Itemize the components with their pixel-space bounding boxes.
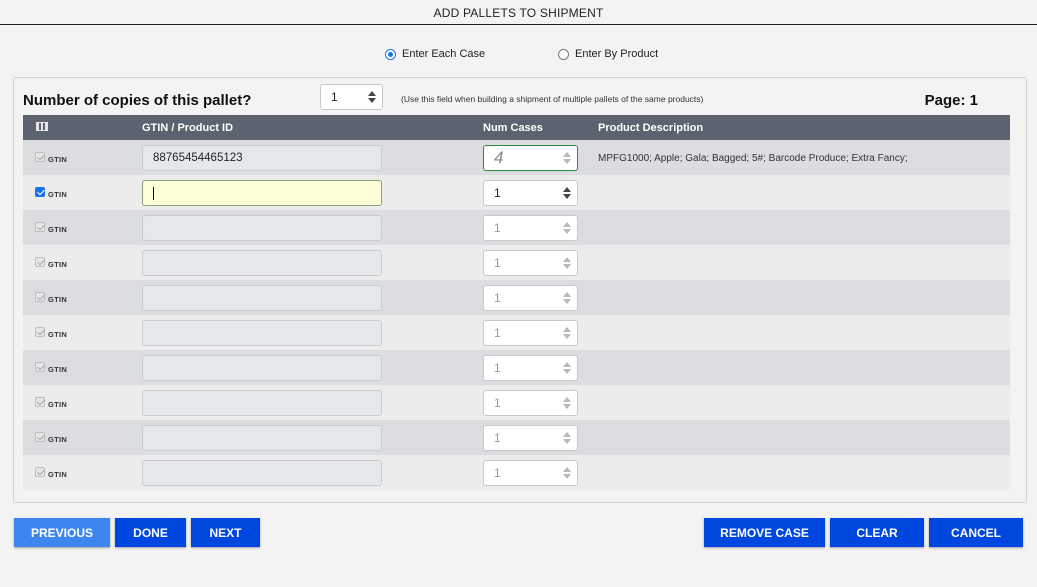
cases-grid: GTIN / Product ID Num Cases Product Desc… <box>23 115 1010 490</box>
stepper-arrows-icon[interactable] <box>563 152 571 164</box>
radio-unselected-icon <box>558 48 569 60</box>
radio-enter-by-product-label: Enter By Product <box>575 48 659 60</box>
row-checkbox[interactable] <box>35 467 45 477</box>
row-checkbox[interactable] <box>35 187 45 197</box>
table-row: GTIN 88765454465123 4 MPFG1000; Apple; G… <box>23 140 1010 175</box>
num-cases-stepper[interactable]: 1 <box>483 180 578 206</box>
row-type-label: GTIN <box>48 190 68 199</box>
stepper-arrows-icon[interactable] <box>368 91 376 103</box>
num-cases-value: 1 <box>494 186 501 200</box>
table-row: GTIN 1 <box>23 420 1010 455</box>
copies-value: 1 <box>331 90 338 104</box>
num-cases-value: 1 <box>494 221 501 235</box>
copies-hint: (Use this field when building a shipment… <box>401 94 704 104</box>
num-cases-value: 4 <box>494 148 504 167</box>
row-checkbox[interactable] <box>35 222 45 232</box>
num-cases-value: 1 <box>494 396 501 410</box>
stepper-arrows-icon[interactable] <box>563 397 571 409</box>
gtin-input[interactable] <box>142 460 382 486</box>
num-cases-stepper[interactable]: 1 <box>483 215 578 241</box>
table-row: GTIN 1 <box>23 175 1010 210</box>
remove-case-button[interactable]: REMOVE CASE <box>704 518 825 547</box>
radio-enter-each-case[interactable]: Enter Each Case <box>385 48 485 60</box>
previous-button[interactable]: PREVIOUS <box>14 518 110 547</box>
header-num-cases: Num Cases <box>483 122 543 134</box>
row-checkbox[interactable] <box>35 397 45 407</box>
gtin-input[interactable] <box>142 320 382 346</box>
copies-stepper[interactable]: 1 <box>320 84 383 110</box>
header-gtin: GTIN / Product ID <box>142 122 234 134</box>
row-type-label: GTIN <box>48 155 68 164</box>
stepper-arrows-icon[interactable] <box>563 187 571 199</box>
num-cases-value: 1 <box>494 466 501 480</box>
window-title: ADD PALLETS TO SHIPMENT <box>0 0 1037 25</box>
num-cases-value: 1 <box>494 291 501 305</box>
stepper-arrows-icon[interactable] <box>563 292 571 304</box>
page-indicator: Page: 1 <box>924 92 978 109</box>
num-cases-value: 1 <box>494 361 501 375</box>
gtin-input[interactable] <box>142 285 382 311</box>
row-type-label: GTIN <box>48 330 68 339</box>
radio-enter-by-product[interactable]: Enter By Product <box>558 48 658 60</box>
row-type-label: GTIN <box>48 225 68 234</box>
table-row: GTIN 1 <box>23 315 1010 350</box>
cancel-button[interactable]: CANCEL <box>929 518 1023 547</box>
radio-enter-each-case-label: Enter Each Case <box>402 48 486 60</box>
num-cases-stepper[interactable]: 1 <box>483 460 578 486</box>
gtin-input[interactable]: 88765454465123 <box>142 145 382 171</box>
table-row: GTIN 1 <box>23 210 1010 245</box>
gtin-input[interactable] <box>142 250 382 276</box>
table-row: GTIN 1 <box>23 455 1010 490</box>
table-row: GTIN 1 <box>23 280 1010 315</box>
row-checkbox[interactable] <box>35 257 45 267</box>
radio-selected-icon <box>385 48 396 60</box>
copies-label: Number of copies of this pallet? <box>23 92 252 109</box>
table-row: GTIN 1 <box>23 245 1010 280</box>
pallet-panel: Number of copies of this pallet? 1 (Use … <box>13 77 1027 503</box>
gtin-input[interactable] <box>142 215 382 241</box>
num-cases-stepper[interactable]: 1 <box>483 390 578 416</box>
num-cases-value: 1 <box>494 431 501 445</box>
num-cases-stepper[interactable]: 1 <box>483 320 578 346</box>
select-all-icon[interactable] <box>36 122 48 131</box>
row-type-label: GTIN <box>48 295 68 304</box>
next-button[interactable]: NEXT <box>191 518 260 547</box>
gtin-input[interactable] <box>142 390 382 416</box>
num-cases-stepper[interactable]: 1 <box>483 285 578 311</box>
table-row: GTIN 1 <box>23 350 1010 385</box>
num-cases-value: 1 <box>494 326 501 340</box>
gtin-input[interactable] <box>142 425 382 451</box>
row-type-label: GTIN <box>48 435 68 444</box>
stepper-arrows-icon[interactable] <box>563 327 571 339</box>
done-button[interactable]: DONE <box>115 518 186 547</box>
num-cases-stepper[interactable]: 4 <box>483 145 578 171</box>
clear-button[interactable]: CLEAR <box>830 518 924 547</box>
stepper-arrows-icon[interactable] <box>563 467 571 479</box>
num-cases-stepper[interactable]: 1 <box>483 355 578 381</box>
num-cases-stepper[interactable]: 1 <box>483 425 578 451</box>
num-cases-stepper[interactable]: 1 <box>483 250 578 276</box>
stepper-arrows-icon[interactable] <box>563 362 571 374</box>
product-description: MPFG1000; Apple; Gala; Bagged; 5#; Barco… <box>598 153 908 164</box>
row-checkbox[interactable] <box>35 362 45 372</box>
row-checkbox[interactable] <box>35 292 45 302</box>
row-type-label: GTIN <box>48 400 68 409</box>
stepper-arrows-icon[interactable] <box>563 257 571 269</box>
row-checkbox[interactable] <box>35 152 45 162</box>
gtin-input[interactable] <box>142 355 382 381</box>
row-type-label: GTIN <box>48 260 68 269</box>
stepper-arrows-icon[interactable] <box>563 222 571 234</box>
gtin-input[interactable] <box>142 180 382 206</box>
header-description: Product Description <box>598 122 704 134</box>
row-checkbox[interactable] <box>35 432 45 442</box>
table-row: GTIN 1 <box>23 385 1010 420</box>
entry-mode-group: Enter Each Case Enter By Product <box>0 48 1037 64</box>
row-type-label: GTIN <box>48 365 68 374</box>
stepper-arrows-icon[interactable] <box>563 432 571 444</box>
num-cases-value: 1 <box>494 256 501 270</box>
grid-header: GTIN / Product ID Num Cases Product Desc… <box>23 115 1010 140</box>
row-type-label: GTIN <box>48 470 68 479</box>
row-checkbox[interactable] <box>35 327 45 337</box>
